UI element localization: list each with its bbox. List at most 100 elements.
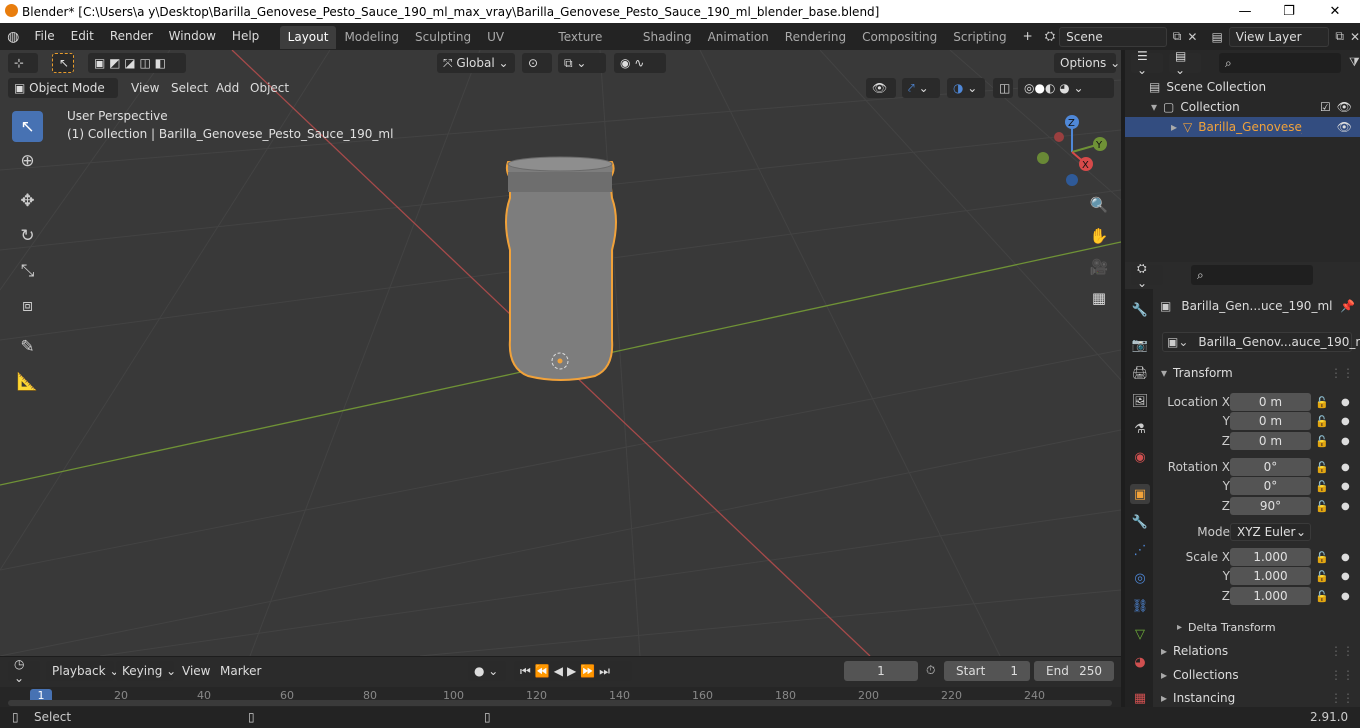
maximize-button[interactable]: ❐ (1266, 0, 1312, 23)
view-layer-field[interactable]: View Layer (1228, 26, 1330, 47)
lock-icon[interactable]: 🔓 (1315, 435, 1329, 448)
xray-toggle-icon[interactable]: ◫ (993, 78, 1013, 98)
rotation-y-field[interactable]: 0° (1230, 477, 1311, 495)
options-dropdown[interactable]: Options ⌄ (1054, 53, 1120, 73)
lock-icon[interactable]: 🔓 (1315, 396, 1329, 409)
world-tab-icon[interactable]: ◉ (1130, 447, 1150, 467)
tab-compositing[interactable]: Compositing (854, 26, 945, 49)
transform-tool-icon[interactable]: ⧈ (12, 290, 43, 321)
keyframe-dot-icon[interactable]: ● (1341, 591, 1350, 602)
menu-file[interactable]: File (27, 23, 63, 50)
material-tab-icon[interactable]: ◕ (1130, 652, 1150, 672)
mode-dropdown[interactable]: ▣ Object Mode (8, 78, 118, 98)
rotation-z-field[interactable]: 90° (1230, 497, 1311, 515)
lock-icon[interactable]: 🔓 (1315, 551, 1329, 564)
menu-render[interactable]: Render (102, 23, 161, 50)
annotate-tool-icon[interactable]: ✎ (12, 331, 43, 362)
location-y-field[interactable]: 0 m (1230, 412, 1311, 430)
lock-icon[interactable]: 🔓 (1315, 570, 1329, 583)
playback-menu[interactable]: Playback ⌄ (46, 661, 119, 681)
menu-window[interactable]: Window (161, 23, 224, 50)
tab-texture-paint[interactable]: Texture Paint (550, 26, 634, 67)
3d-viewport[interactable]: ⊹ ↖ ▣ ◩ ◪ ◫ ◧ ⤧ Global ⌄ ⊙ ⧉ ⌄ ◉ ∿ Optio… (0, 50, 1121, 656)
shading-mode-buttons[interactable]: ◎ ● ◐ ◕ ⌄ (1018, 78, 1114, 98)
rotation-x-field[interactable]: 0° (1230, 458, 1311, 476)
stopwatch-icon[interactable]: ⏱ (926, 663, 935, 678)
properties-search-input[interactable]: ⌕ (1191, 265, 1313, 285)
navigation-gizmo[interactable]: Z Y X (1030, 112, 1115, 192)
scene-icon[interactable]: ⛭ (1045, 29, 1055, 44)
cursor-tool-icon[interactable]: ⊕ (12, 145, 43, 176)
pin-icon[interactable]: 📌 (1340, 299, 1355, 313)
viewport-menu-select[interactable]: Select (165, 78, 214, 98)
playback-controls[interactable]: ⏮⏪◀▶⏩⏭ (514, 661, 632, 681)
camera-view-icon[interactable]: 🎥 (1087, 255, 1111, 279)
scene-remove-icon[interactable]: ✕ (1187, 30, 1197, 44)
drag-handle-icon[interactable]: ⋮⋮ (1330, 644, 1354, 658)
tab-rendering[interactable]: Rendering (777, 26, 854, 49)
keyframe-dot-icon[interactable]: ● (1341, 462, 1350, 473)
viewport-menu-add[interactable]: Add (210, 78, 245, 98)
instancing-panel-header[interactable]: ▸ Instancing ⋮⋮ (1155, 688, 1360, 707)
gizmo-toggle-icon[interactable]: ⤤ ⌄ (902, 78, 940, 98)
lock-icon[interactable]: 🔓 (1315, 590, 1329, 603)
physics-tab-icon[interactable]: ◎ (1130, 568, 1150, 588)
current-frame-field[interactable]: 1 (844, 661, 918, 681)
display-mode-dropdown[interactable]: ▤ ⌄ (1169, 49, 1201, 77)
timeline-menu-marker[interactable]: Marker (214, 661, 267, 681)
selection-mode-buttons[interactable]: ▣ ◩ ◪ ◫ ◧ (88, 53, 186, 73)
output-tab-icon[interactable]: 🖨 (1130, 363, 1150, 383)
outliner-row-scene-collection[interactable]: ▤ Scene Collection (1125, 77, 1360, 97)
viewport-menu-object[interactable]: Object (244, 78, 295, 98)
outliner-search-input[interactable]: ⌕ (1219, 53, 1341, 73)
keyframe-dot-icon[interactable]: ● (1341, 571, 1350, 582)
outliner-editor[interactable]: ☰ ⌄ ▤ ⌄ ⌕ ⧩ ▤ Scene Collection ▾ ▢ Colle… (1125, 49, 1360, 262)
tool-tab-icon[interactable]: 🔧 (1130, 300, 1150, 320)
viewport-menu-view[interactable]: View (125, 78, 165, 98)
tab-shading[interactable]: Shading (635, 26, 700, 49)
location-z-field[interactable]: 0 m (1230, 432, 1311, 450)
tab-animation[interactable]: Animation (700, 26, 777, 49)
scale-y-field[interactable]: 1.000 (1230, 567, 1311, 585)
object-tab-icon[interactable]: ▣ (1130, 484, 1150, 504)
scene-field[interactable]: Scene (1059, 26, 1167, 47)
proportional-edit-toggle[interactable]: ◉ ∿ (614, 53, 666, 73)
timeline-editor-type-icon[interactable]: ◷ ⌄ (8, 657, 40, 685)
lock-icon[interactable]: 🔓 (1315, 500, 1329, 513)
tweak-tool-icon[interactable]: ↖ (52, 53, 74, 73)
filter-icon[interactable]: ⧩ (1349, 55, 1360, 70)
keyframe-dot-icon[interactable]: ● (1341, 397, 1350, 408)
pan-hand-icon[interactable]: ✋ (1087, 224, 1111, 248)
minimize-button[interactable]: — (1222, 0, 1268, 23)
outliner-row-collection[interactable]: ▾ ▢ Collection ☑ 👁 (1125, 97, 1360, 117)
drag-handle-icon[interactable]: ⋮⋮ (1330, 366, 1354, 380)
start-frame-field[interactable]: Start 1 (944, 661, 1030, 681)
tab-layout[interactable]: Layout (279, 26, 337, 49)
eye-icon[interactable]: 👁 (1337, 120, 1352, 134)
scale-z-field[interactable]: 1.000 (1230, 587, 1311, 605)
collections-panel-header[interactable]: ▸ Collections ⋮⋮ (1155, 664, 1360, 686)
measure-tool-icon[interactable]: 📐 (12, 366, 43, 397)
checkbox-icon[interactable]: ☑ (1320, 100, 1331, 114)
modifier-tab-icon[interactable]: 🔧 (1130, 512, 1150, 532)
menu-help[interactable]: Help (224, 23, 267, 50)
auto-keying-toggle-icon[interactable]: ● ⌄ (468, 661, 506, 681)
keyframe-dot-icon[interactable]: ● (1341, 501, 1350, 512)
close-button[interactable]: ✕ (1312, 0, 1358, 23)
properties-editor-type-icon[interactable]: ⛭ ⌄ (1131, 261, 1163, 290)
view-layer-icon[interactable]: ▤ (1211, 30, 1222, 44)
timeline-menu-view[interactable]: View (176, 661, 216, 681)
lock-icon[interactable]: 🔓 (1315, 480, 1329, 493)
timeline-scrollbar[interactable] (8, 700, 1112, 706)
drag-handle-icon[interactable]: ⋮⋮ (1330, 668, 1354, 682)
zoom-icon[interactable]: 🔍 (1087, 193, 1111, 217)
transform-panel-header[interactable]: ▾ Transform ⋮⋮ (1155, 362, 1360, 384)
visibility-eye-icon[interactable]: 👁 (866, 78, 896, 98)
ortho-grid-icon[interactable]: ▦ (1087, 286, 1111, 310)
tab-scripting[interactable]: Scripting (945, 26, 1014, 49)
expand-arrow-icon[interactable]: ▸ (1171, 120, 1177, 134)
end-frame-field[interactable]: End 250 (1034, 661, 1114, 681)
overlay-toggle-icon[interactable]: ◑ ⌄ (947, 78, 985, 98)
timeline-editor[interactable]: ◷ ⌄ Playback ⌄ Keying ⌄ View Marker ● ⌄ … (0, 657, 1121, 707)
keyframe-dot-icon[interactable]: ● (1341, 436, 1350, 447)
